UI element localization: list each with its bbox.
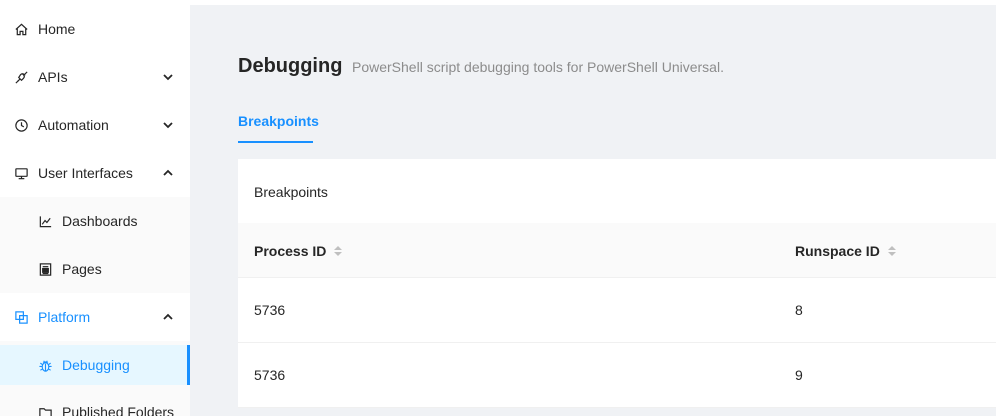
table-row[interactable]: 5736 9 [238, 343, 996, 408]
sidebar-item-debugging[interactable]: Debugging [0, 345, 190, 385]
folder-icon [37, 404, 53, 416]
runspace-id-cell: 8 [795, 302, 803, 318]
table-row[interactable]: 5736 8 [238, 278, 996, 343]
page-icon [37, 261, 53, 277]
sidebar-item-user-interfaces[interactable]: User Interfaces [0, 153, 190, 193]
sidebar-item-label: Published Folders [62, 404, 175, 416]
sort-icon[interactable] [334, 246, 343, 256]
sidebar: Home APIs Automation User Interfaces Das… [0, 0, 190, 416]
main-content: Debugging PowerShell script debugging to… [190, 0, 996, 416]
table-header: Process ID Runspace ID [238, 223, 996, 278]
process-id-cell: 5736 [254, 302, 286, 318]
chevron-up-icon[interactable] [161, 310, 175, 324]
desktop-icon [13, 165, 29, 181]
sidebar-item-pages[interactable]: Pages [0, 249, 190, 289]
column-header-label: Runspace ID [795, 243, 880, 259]
chevron-down-icon[interactable] [161, 118, 175, 132]
column-header-process-id[interactable]: Process ID [254, 243, 343, 259]
sidebar-item-platform[interactable]: Platform [0, 297, 190, 337]
sidebar-item-label: Dashboards [62, 213, 138, 229]
bug-icon [37, 357, 53, 373]
runspace-id-cell: 9 [795, 367, 803, 383]
page-subtitle: PowerShell script debugging tools for Po… [352, 59, 724, 75]
sidebar-item-published-folders[interactable]: Published Folders [0, 392, 190, 416]
platform-icon [13, 309, 29, 325]
top-bar [190, 0, 996, 5]
line-chart-icon [37, 213, 53, 229]
column-header-label: Process ID [254, 243, 327, 259]
process-id-cell: 5736 [254, 367, 286, 383]
card-title: Breakpoints [254, 184, 328, 200]
page-title: Debugging [238, 55, 343, 77]
sidebar-item-label: Home [38, 21, 76, 37]
column-header-runspace-id[interactable]: Runspace ID [795, 243, 896, 259]
clock-icon [13, 117, 29, 133]
sidebar-item-label: Platform [38, 309, 91, 325]
sort-icon[interactable] [887, 246, 896, 256]
api-icon [13, 69, 29, 85]
chevron-up-icon[interactable] [161, 166, 175, 180]
sidebar-item-label: Automation [38, 117, 109, 133]
sidebar-item-automation[interactable]: Automation [0, 105, 190, 145]
tab-active-indicator [238, 141, 313, 143]
home-icon [13, 21, 29, 37]
breakpoints-card: Breakpoints Process ID Runspace ID 5736 … [238, 159, 996, 408]
sidebar-item-label: User Interfaces [38, 165, 133, 181]
sidebar-item-label: APIs [38, 69, 68, 85]
chevron-down-icon[interactable] [161, 70, 175, 84]
sidebar-item-apis[interactable]: APIs [0, 57, 190, 97]
sidebar-item-label: Debugging [62, 357, 130, 373]
tab-breakpoints[interactable]: Breakpoints [238, 113, 319, 129]
sidebar-item-home[interactable]: Home [0, 9, 190, 49]
sidebar-item-dashboards[interactable]: Dashboards [0, 201, 190, 241]
sidebar-item-label: Pages [62, 261, 102, 277]
